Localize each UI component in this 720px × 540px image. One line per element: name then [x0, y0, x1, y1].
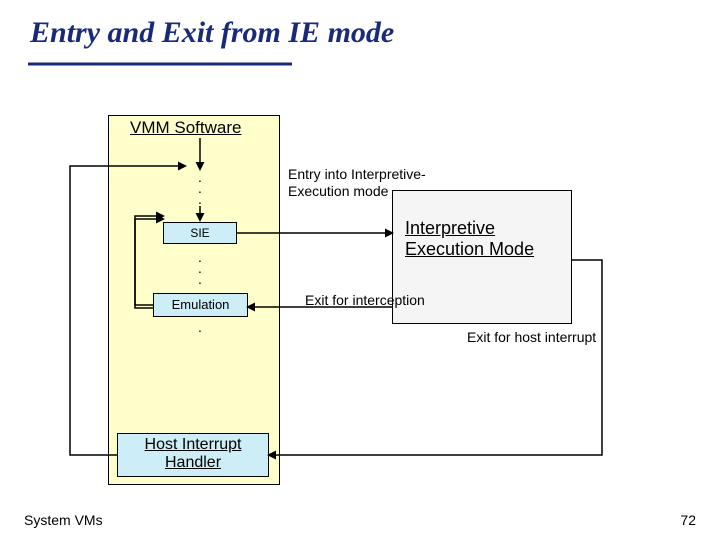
arrows-layer — [0, 0, 720, 540]
footer-left: System VMs — [24, 512, 103, 528]
footer-page-number: 72 — [680, 512, 696, 528]
